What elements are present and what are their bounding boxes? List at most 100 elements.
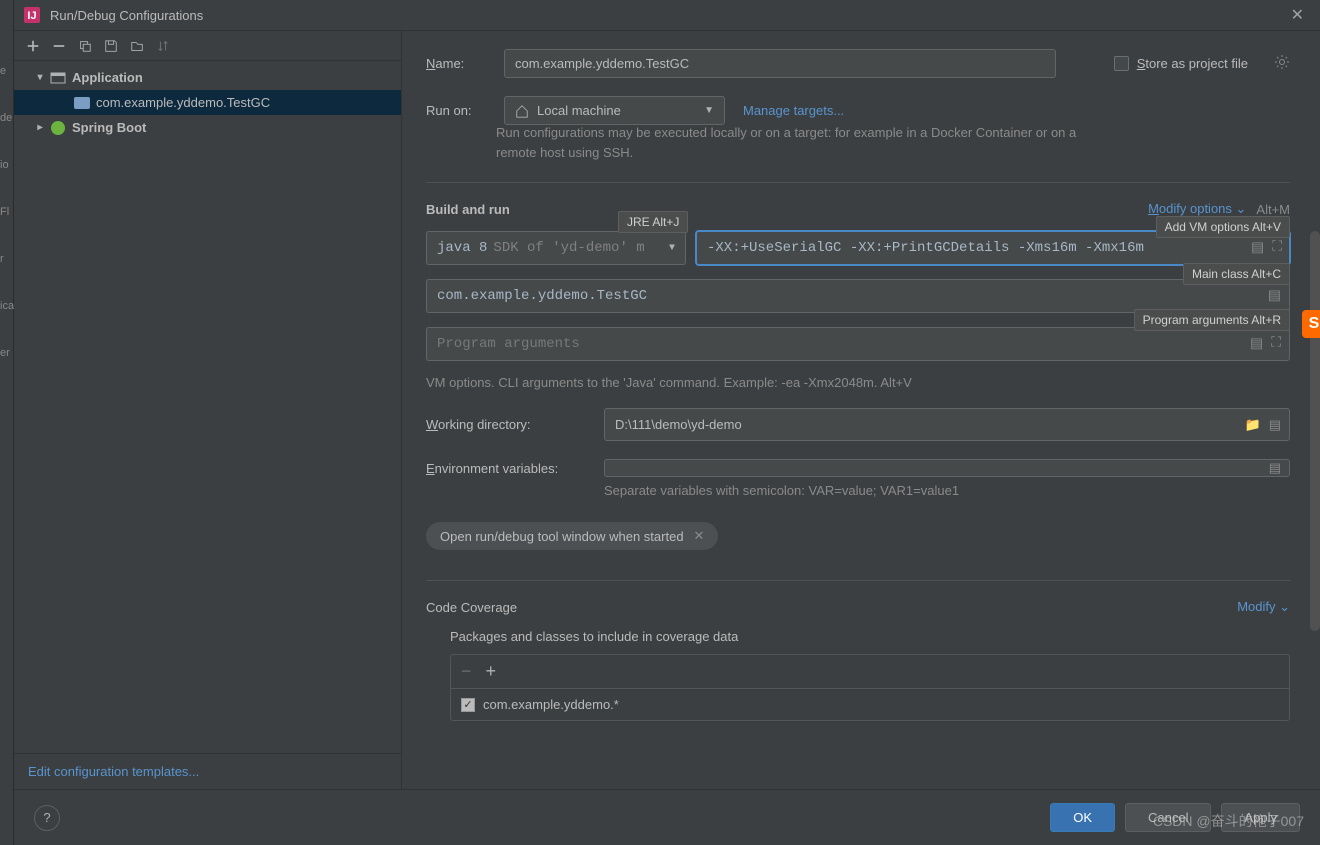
remove-coverage-icon[interactable]: − — [461, 661, 472, 682]
modify-shortcut: Alt+M — [1256, 202, 1290, 217]
tree-springboot-group[interactable]: ▸ Spring Boot — [14, 115, 401, 140]
coverage-modify-link[interactable]: Modify ⌄ — [1237, 599, 1290, 615]
working-dir-label: Working directory: — [426, 417, 586, 432]
env-input[interactable]: ▤ — [604, 459, 1290, 477]
vm-options-value: -XX:+UseSerialGC -XX:+PrintGCDetails -Xm… — [707, 240, 1144, 256]
list-icon[interactable]: ▤ — [1269, 460, 1281, 476]
add-coverage-icon[interactable]: + — [486, 661, 497, 682]
coverage-box: − + ✓ com.example.yddemo.* — [450, 654, 1290, 721]
list-icon[interactable]: ▤ — [1250, 336, 1263, 353]
coverage-header: Code Coverage Modify ⌄ — [426, 599, 1290, 615]
run-debug-config-dialog: IJ Run/Debug Configurations ✕ ▾ Applicat… — [14, 0, 1320, 845]
svg-text:IJ: IJ — [27, 10, 36, 22]
name-input[interactable] — [504, 49, 1056, 78]
runon-row: Run on: Local machine ▼ Manage targets..… — [426, 96, 1290, 125]
coverage-list: ✓ com.example.yddemo.* — [451, 689, 1289, 720]
main-class-value: com.example.yddemo.TestGC — [437, 288, 647, 304]
program-args-input[interactable]: Program arguments ▤ ⛶ — [426, 327, 1290, 361]
dialog-footer: ? OK Cancel Apply — [14, 789, 1320, 845]
add-vm-tooltip: Add VM options Alt+V — [1156, 216, 1290, 238]
manage-targets-link[interactable]: Manage targets... — [743, 103, 844, 118]
window-title: Run/Debug Configurations — [50, 8, 1285, 23]
sogou-badge-icon: S — [1302, 310, 1320, 338]
packages-label: Packages and classes to include in cover… — [450, 629, 1290, 644]
history-icon[interactable]: ▤ — [1251, 240, 1264, 257]
dialog-content: ▾ Application com.example.yddemo.TestGC … — [14, 30, 1320, 789]
add-config-icon[interactable] — [22, 35, 44, 57]
chips-row: Open run/debug tool window when started … — [426, 522, 1290, 550]
folder-config-icon[interactable] — [126, 35, 148, 57]
working-dir-value: D:\111\demo\yd-demo — [615, 417, 742, 432]
cancel-button[interactable]: Cancel — [1125, 803, 1211, 832]
coverage-title: Code Coverage — [426, 600, 517, 615]
coverage-checkbox[interactable]: ✓ — [461, 698, 475, 712]
close-icon[interactable]: ✕ — [1285, 5, 1310, 25]
chip-label: Open run/debug tool window when started — [440, 529, 684, 544]
sidebar-toolbar — [14, 31, 401, 61]
runon-select[interactable]: Local machine ▼ — [504, 96, 725, 125]
tree-application-label: Application — [72, 70, 143, 85]
jre-tooltip: JRE Alt+J — [618, 211, 688, 233]
expand-icon[interactable]: ⛶ — [1271, 336, 1281, 353]
sort-config-icon[interactable] — [152, 35, 174, 57]
name-row: Name: Store as project file — [426, 49, 1290, 78]
chevron-right-icon: ▸ — [34, 122, 46, 133]
name-label: Name: — [426, 56, 486, 71]
runon-value: Local machine — [537, 103, 621, 118]
tree-item-testgc[interactable]: com.example.yddemo.TestGC — [14, 90, 401, 115]
folder-icon[interactable]: 📁 — [1245, 417, 1261, 433]
modify-options-link[interactable]: Modify options ⌄ — [1148, 201, 1246, 217]
ok-button[interactable]: OK — [1050, 803, 1115, 832]
chevron-down-icon: ▼ — [669, 243, 675, 254]
tree-application-group[interactable]: ▾ Application — [14, 65, 401, 90]
store-as-project-file[interactable]: Store as project file — [1114, 56, 1248, 71]
chevron-down-icon: ▾ — [34, 72, 46, 83]
main-class-input[interactable]: com.example.yddemo.TestGC ▤ — [426, 279, 1290, 313]
save-config-icon[interactable] — [100, 35, 122, 57]
working-dir-input[interactable]: D:\111\demo\yd-demo 📁 ▤ — [604, 408, 1290, 441]
remove-config-icon[interactable] — [48, 35, 70, 57]
coverage-entry: com.example.yddemo.* — [483, 697, 619, 712]
coverage-item[interactable]: ✓ com.example.yddemo.* — [461, 697, 1279, 712]
main-class-tooltip: Main class Alt+C — [1183, 263, 1290, 285]
config-form: Name: Store as project file Run on: Loca… — [402, 31, 1320, 789]
gear-icon[interactable] — [1274, 54, 1290, 73]
jre-sdk-name: SDK of 'yd-demo' m — [493, 240, 644, 256]
help-button[interactable]: ? — [34, 805, 60, 831]
checkbox-icon[interactable] — [1114, 56, 1129, 71]
vertical-scrollbar[interactable] — [1310, 231, 1320, 631]
env-help: Separate variables with semicolon: VAR=v… — [604, 483, 1290, 498]
build-run-title: Build and run — [426, 202, 510, 217]
background-editor-sliver: e de io Fl r ica er — [0, 0, 14, 845]
build-run-fields: Add VM options Alt+V java 8 SDK of 'yd-d… — [426, 231, 1290, 361]
tree-springboot-label: Spring Boot — [72, 120, 146, 135]
jre-select[interactable]: java 8 SDK of 'yd-demo' m ▼ — [426, 231, 686, 265]
tree-item-label: com.example.yddemo.TestGC — [96, 95, 270, 110]
config-sidebar: ▾ Application com.example.yddemo.TestGC … — [14, 31, 402, 789]
chip-close-icon[interactable]: ✕ — [694, 528, 705, 544]
intellij-icon: IJ — [24, 7, 40, 23]
program-args-tooltip: Program arguments Alt+R — [1134, 309, 1290, 331]
separator — [426, 182, 1290, 183]
application-icon — [50, 70, 66, 86]
env-row: Environment variables: ▤ — [426, 459, 1290, 477]
list-icon[interactable]: ▤ — [1268, 288, 1281, 305]
list-icon[interactable]: ▤ — [1269, 417, 1281, 433]
open-tool-window-chip[interactable]: Open run/debug tool window when started … — [426, 522, 718, 550]
expand-icon[interactable]: ⛶ — [1272, 240, 1282, 257]
separator — [426, 580, 1290, 581]
working-dir-row: Working directory: D:\111\demo\yd-demo 📁… — [426, 408, 1290, 441]
program-args-placeholder: Program arguments — [437, 336, 580, 352]
springboot-icon — [50, 120, 66, 136]
edit-templates-link[interactable]: Edit configuration templates... — [28, 764, 199, 779]
jre-java-version: java 8 — [437, 240, 487, 256]
runon-label: Run on: — [426, 103, 486, 118]
runon-help-text: Run configurations may be executed local… — [496, 123, 1096, 162]
chevron-down-icon: ▼ — [704, 105, 714, 116]
vm-options-hint: VM options. CLI arguments to the 'Java' … — [426, 375, 1290, 390]
apply-button[interactable]: Apply — [1221, 803, 1300, 832]
home-icon — [515, 104, 529, 118]
copy-config-icon[interactable] — [74, 35, 96, 57]
build-run-header: Build and run JRE Alt+J Modify options ⌄… — [426, 201, 1290, 217]
class-icon — [74, 95, 90, 111]
